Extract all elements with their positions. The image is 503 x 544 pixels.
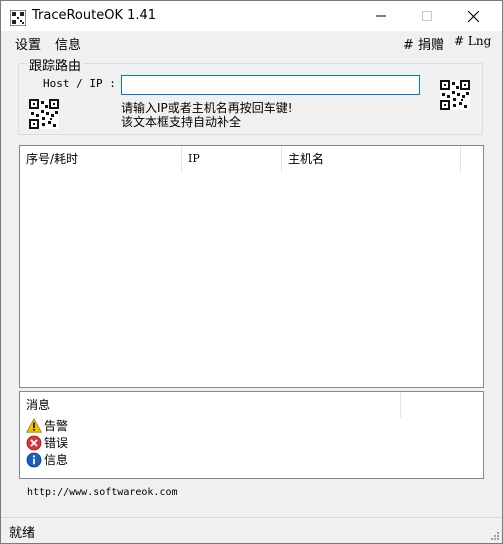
window-title: TraceRouteOK 1.41 bbox=[32, 8, 157, 23]
host-ip-label: Host / IP : bbox=[43, 77, 116, 90]
menu-settings[interactable]: 设置 bbox=[15, 34, 41, 53]
qr-code-icon bbox=[440, 80, 470, 110]
messages-header[interactable]: 消息 bbox=[20, 392, 401, 418]
legend-warning-label: 告警 bbox=[44, 419, 69, 433]
warning-icon bbox=[26, 418, 42, 433]
error-icon bbox=[26, 435, 42, 450]
menu-bar: 设置 信息 # 捐赠 # Lng bbox=[1, 32, 502, 53]
menu-donate[interactable]: # 捐赠 bbox=[403, 34, 444, 53]
route-results-list[interactable]: 序号/耗时 IP 主机名 bbox=[19, 145, 484, 388]
legend-warning: 告警 bbox=[26, 417, 68, 434]
minimize-button[interactable] bbox=[358, 1, 404, 31]
input-hint-line1: 请输入IP或者主机名再按回车键! bbox=[121, 101, 293, 115]
menu-language[interactable]: # Lng bbox=[454, 34, 491, 48]
qr-grid-icon bbox=[10, 10, 26, 26]
list-header: 序号/耗时 IP 主机名 bbox=[20, 146, 483, 172]
info-icon bbox=[26, 452, 42, 467]
trace-route-group-title: 跟踪路由 bbox=[27, 55, 84, 74]
column-header-ip[interactable]: IP bbox=[182, 146, 282, 172]
main-window: TraceRouteOK 1.41 设置 信息 # 捐赠 # Lng 跟踪路由 … bbox=[0, 0, 503, 544]
legend-error: 错误 bbox=[26, 434, 68, 451]
title-bar[interactable]: TraceRouteOK 1.41 bbox=[1, 1, 502, 31]
maximize-icon bbox=[422, 11, 432, 21]
maximize-button[interactable] bbox=[404, 1, 450, 31]
messages-panel[interactable]: 消息 告警 错误 信息 bbox=[19, 391, 484, 479]
legend-error-label: 错误 bbox=[44, 436, 69, 450]
legend-info-label: 信息 bbox=[44, 453, 69, 467]
close-button[interactable] bbox=[450, 1, 496, 31]
column-header-hostname[interactable]: 主机名 bbox=[282, 146, 461, 172]
host-ip-input[interactable] bbox=[121, 75, 420, 95]
column-header-hop-time[interactable]: 序号/耗时 bbox=[20, 146, 182, 172]
resize-grip-icon[interactable] bbox=[490, 531, 500, 541]
website-link[interactable]: http://www.softwareok.com bbox=[27, 487, 178, 498]
input-hint-line2: 该文本框支持自动补全 bbox=[121, 115, 242, 129]
close-icon bbox=[467, 10, 479, 22]
menu-info[interactable]: 信息 bbox=[55, 34, 81, 53]
trace-route-group bbox=[18, 63, 483, 135]
qr-code-icon bbox=[29, 99, 59, 129]
status-text: 就绪 bbox=[9, 526, 36, 541]
minimize-icon bbox=[376, 15, 386, 17]
legend-info: 信息 bbox=[26, 451, 68, 468]
status-bar: 就绪 bbox=[1, 517, 502, 543]
